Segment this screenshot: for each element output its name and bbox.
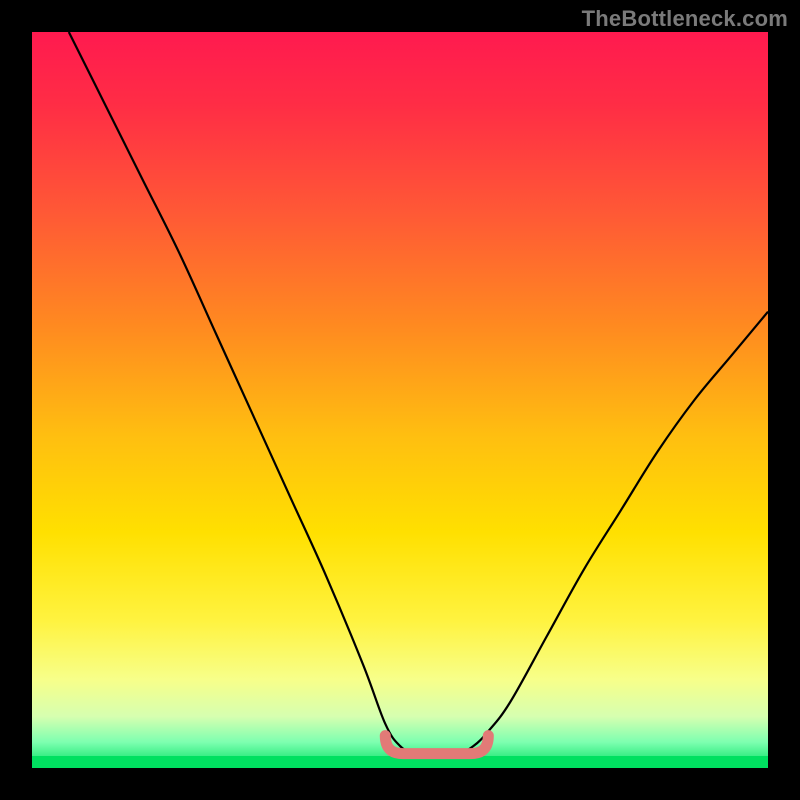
watermark-text: TheBottleneck.com bbox=[582, 6, 788, 32]
chart-frame: TheBottleneck.com bbox=[0, 0, 800, 800]
plot-area bbox=[32, 32, 768, 768]
gradient-background bbox=[32, 32, 768, 768]
bottleneck-chart bbox=[32, 32, 768, 768]
